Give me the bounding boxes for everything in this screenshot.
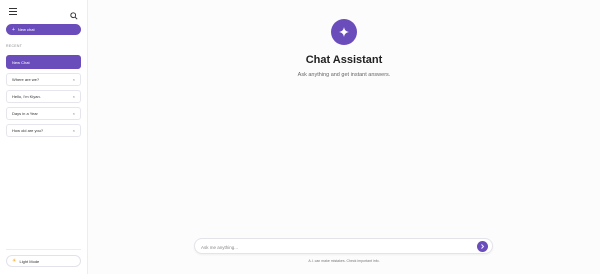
chat-item-new-chat[interactable]: New Chat bbox=[6, 55, 81, 69]
close-icon[interactable]: × bbox=[73, 94, 75, 99]
chat-item-days-in-a-year[interactable]: Days in a Year × bbox=[6, 107, 81, 120]
sparkle-icon bbox=[331, 19, 357, 45]
chat-item-how-old[interactable]: How old are you? × bbox=[6, 124, 81, 137]
plus-icon: + bbox=[12, 26, 15, 33]
sidebar-divider bbox=[6, 249, 81, 250]
page-subtitle: Ask anything and get instant answers. bbox=[297, 72, 391, 78]
search-icon[interactable] bbox=[70, 7, 78, 20]
close-icon[interactable]: × bbox=[73, 111, 75, 116]
close-icon[interactable]: × bbox=[73, 77, 75, 82]
chat-item-label: Days in a Year bbox=[12, 111, 38, 116]
sun-icon: ☀ bbox=[12, 258, 17, 264]
chat-item-label: How old are you? bbox=[12, 128, 44, 133]
chat-item-label: New Chat bbox=[12, 59, 30, 65]
disclaimer-text: A.I. can make mistakes. Check important … bbox=[308, 259, 380, 263]
light-mode-label: Light Mode bbox=[19, 258, 40, 264]
chat-item-label: Where are we? bbox=[12, 77, 40, 82]
main-panel: Chat Assistant Ask anything and get inst… bbox=[88, 0, 600, 274]
light-mode-toggle[interactable]: ☀ Light Mode bbox=[6, 255, 81, 267]
message-input[interactable] bbox=[201, 242, 471, 252]
page-title: Chat Assistant bbox=[305, 54, 383, 66]
send-button[interactable] bbox=[477, 241, 488, 252]
new-chat-label: New chat bbox=[17, 27, 35, 32]
sidebar: + New chat RECENT New Chat Where are we?… bbox=[0, 0, 88, 274]
new-chat-button[interactable]: + New chat bbox=[6, 24, 81, 35]
sidebar-header bbox=[0, 0, 88, 24]
chat-item-where-are-we[interactable]: Where are we? × bbox=[6, 73, 81, 86]
close-icon[interactable]: × bbox=[73, 128, 75, 133]
recent-heading: RECENT bbox=[6, 44, 23, 48]
chat-item-hello[interactable]: Hello, I'm Kiyan. × bbox=[6, 90, 81, 103]
menu-icon[interactable] bbox=[9, 8, 17, 16]
chat-item-label: Hello, I'm Kiyan. bbox=[12, 94, 41, 99]
chat-list: New Chat Where are we? × Hello, I'm Kiya… bbox=[6, 55, 81, 141]
message-input-bar bbox=[194, 238, 493, 254]
send-icon bbox=[481, 244, 485, 249]
